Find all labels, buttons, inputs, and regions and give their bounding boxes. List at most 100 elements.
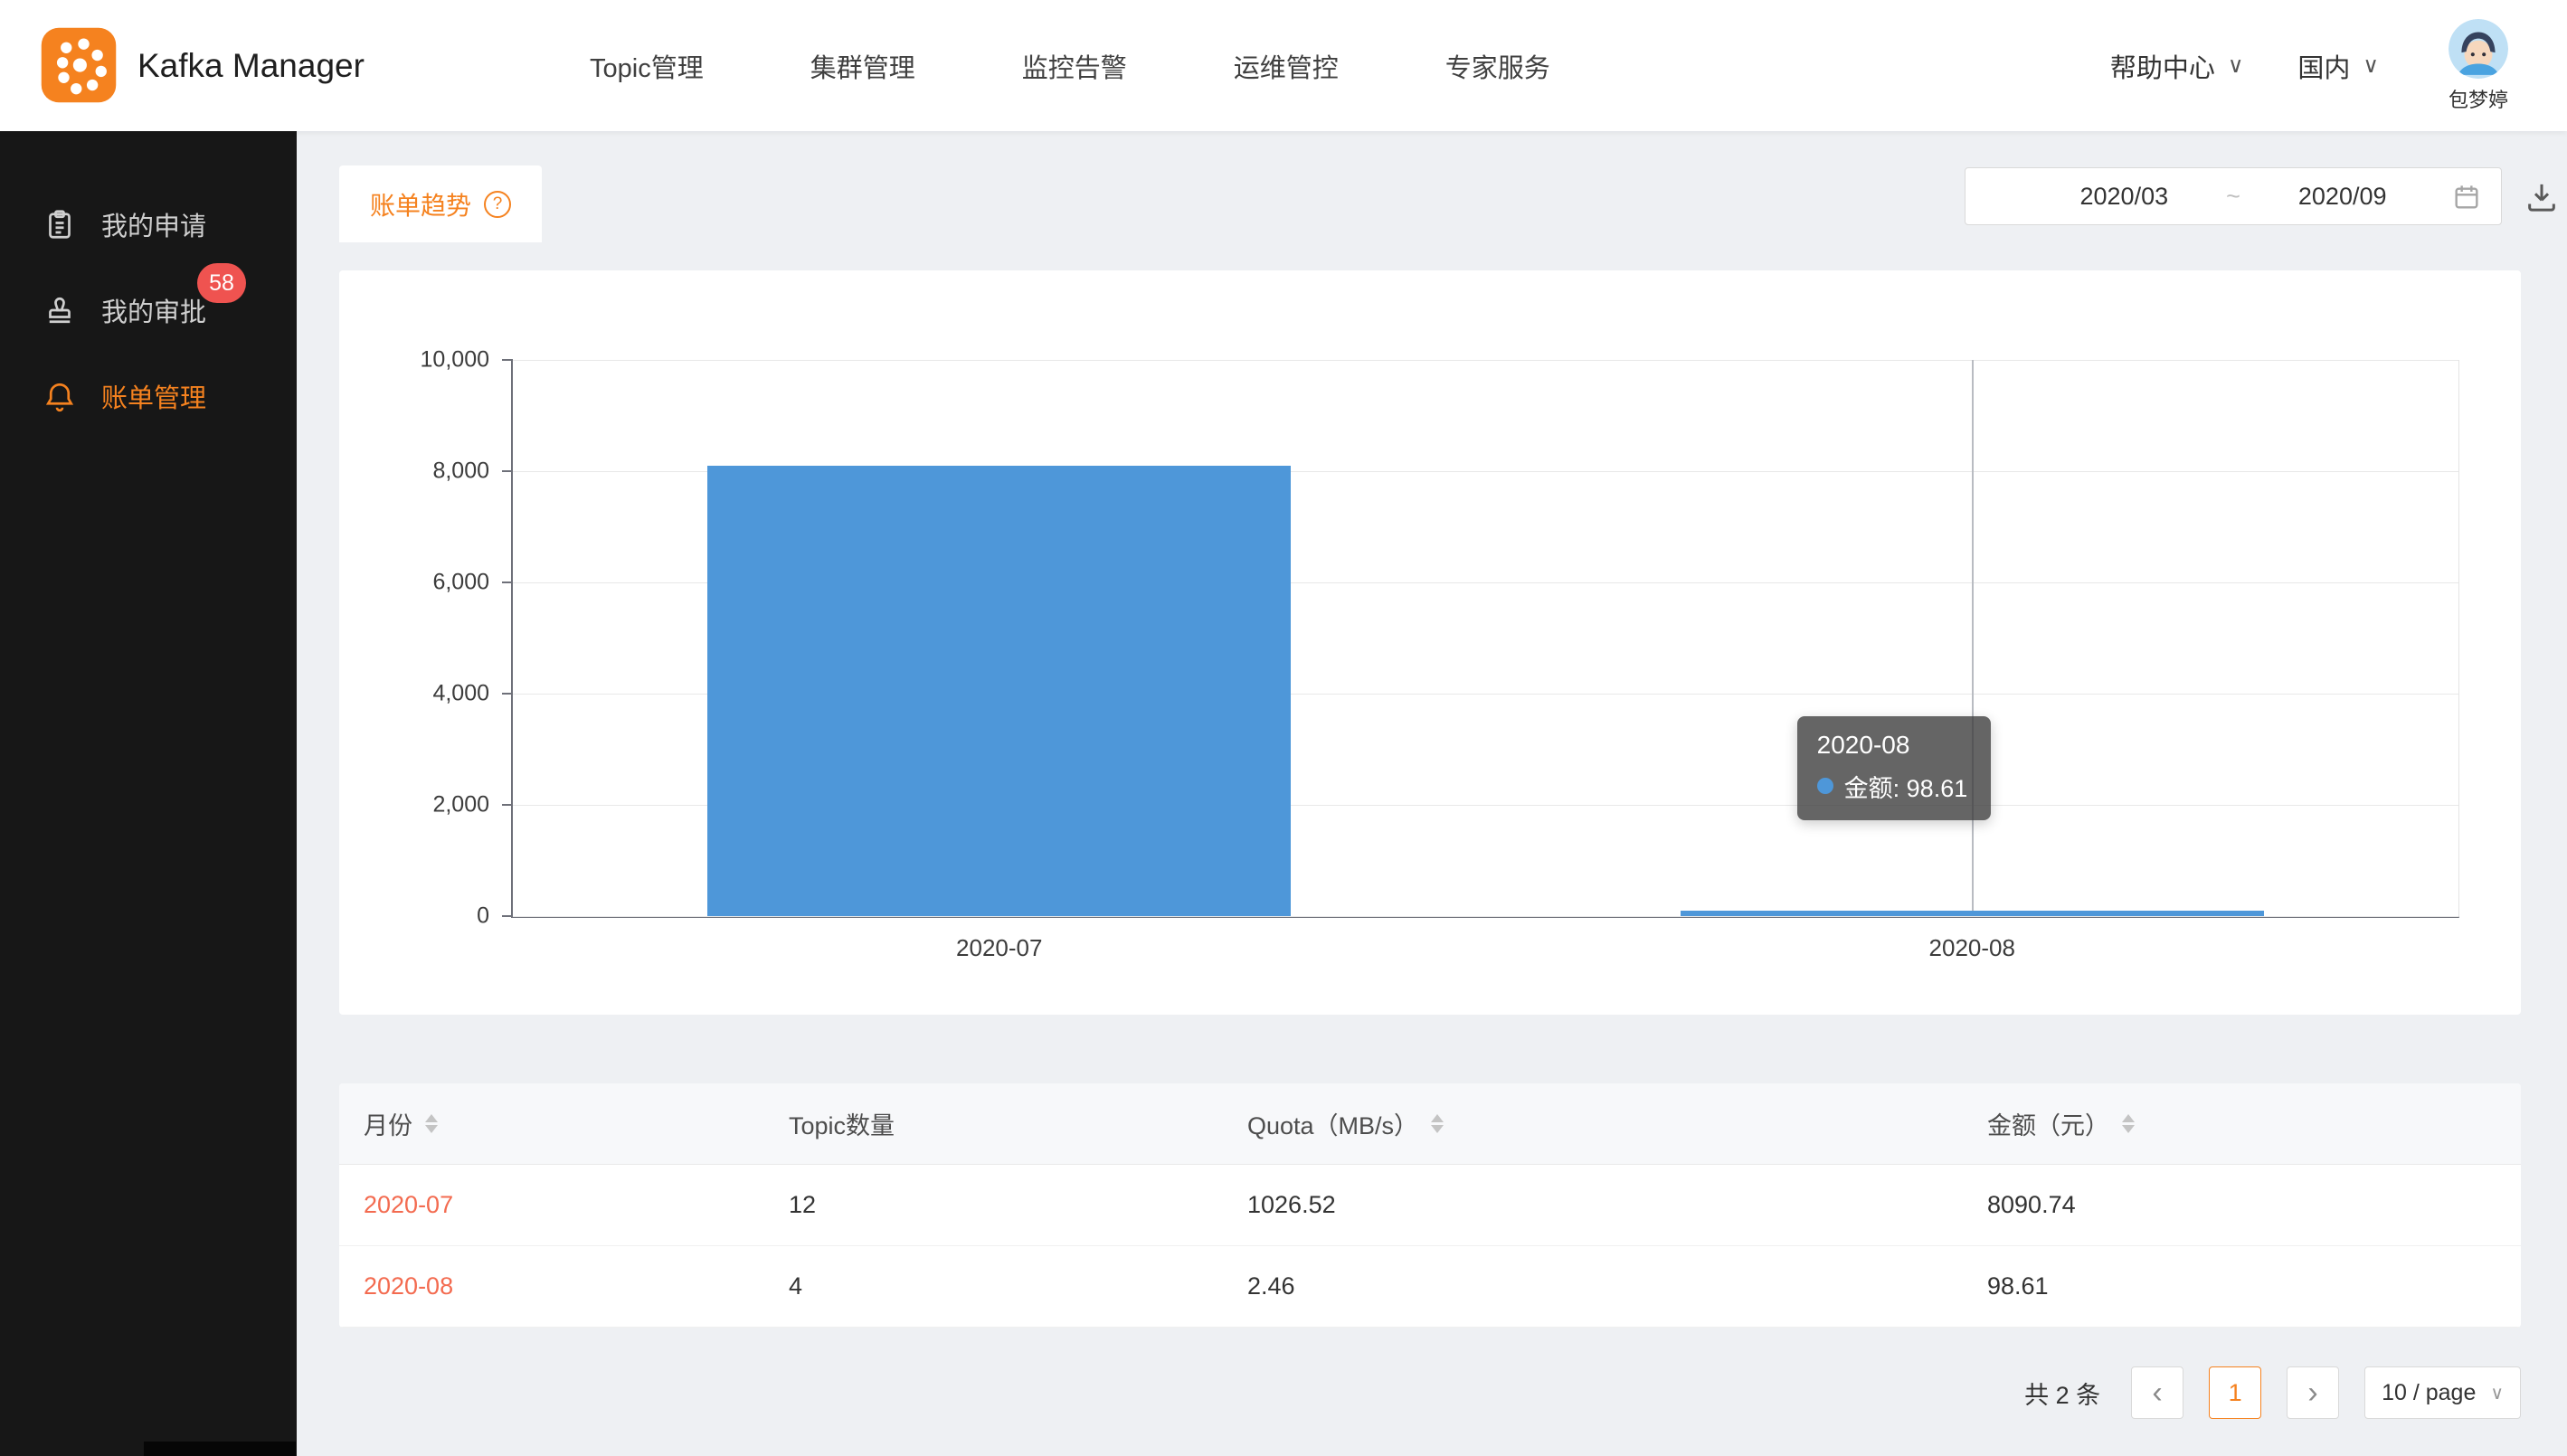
nav-topic[interactable]: Topic管理 <box>590 47 704 85</box>
column-label: Topic数量 <box>789 1106 895 1141</box>
billing-trend-chart-card: 2020-08 金额: 98.61 0 2,000 4,000 6,000 8,000 1… <box>339 270 2521 1015</box>
chevron-down-icon: ∨ <box>2490 1382 2504 1404</box>
date-range-separator: ~ <box>2226 183 2240 211</box>
sidebar: 我的申请 我的审批 58 账单管理 <box>0 131 297 1456</box>
pagination: 共 2 条 ‹ 1 › 10 / page ∨ <box>339 1351 2521 1434</box>
download-icon[interactable] <box>2524 179 2560 215</box>
bar-chart-plot: 2020-08 金额: 98.61 02,0004,0006,0008,0001… <box>511 360 2459 918</box>
date-range-picker[interactable]: 2020/03 ~ 2020/09 <box>1965 167 2502 225</box>
y-axis-tick <box>502 359 513 361</box>
y-axis-tick <box>502 693 513 695</box>
column-header-topics: Topic数量 <box>789 1106 1247 1141</box>
avatar[interactable] <box>2449 19 2508 79</box>
table-row: 2020-07121026.528090.74 <box>339 1165 2521 1246</box>
axis-pointer-line <box>1972 360 1974 916</box>
clipboard-icon <box>43 208 76 241</box>
column-header-quota: Quota（MB/s） <box>1247 1106 1987 1141</box>
month-link[interactable]: 2020-07 <box>364 1191 789 1219</box>
y-axis-label: 8,000 <box>432 459 489 485</box>
y-axis-tick <box>502 804 513 806</box>
table-row: 2020-0842.4698.61 <box>339 1246 2521 1328</box>
prev-page-button[interactable]: ‹ <box>2131 1366 2183 1419</box>
sidebar-item-billing[interactable]: 账单管理 <box>0 353 297 439</box>
question-circle-icon[interactable]: ? <box>484 191 511 218</box>
sidebar-item-my-applications[interactable]: 我的申请 <box>0 181 297 267</box>
sort-button[interactable] <box>1431 1114 1444 1133</box>
bar-2020-08[interactable] <box>1681 911 2264 916</box>
table-cell: 8090.74 <box>1987 1191 2521 1219</box>
stamp-icon <box>43 294 76 326</box>
pagination-total: 共 2 条 <box>2024 1376 2100 1411</box>
nav-ops[interactable]: 运维管控 <box>1234 47 1339 85</box>
column-label: 月份 <box>364 1106 412 1141</box>
next-page-button[interactable]: › <box>2287 1366 2339 1419</box>
table-cell: 2.46 <box>1247 1272 1987 1300</box>
y-axis-label: 4,000 <box>432 681 489 707</box>
main-nav: Topic管理 集群管理 监控告警 运维管控 专家服务 <box>590 0 1550 131</box>
y-axis-tick <box>502 581 513 583</box>
sort-button[interactable] <box>425 1114 438 1133</box>
app-header: Kafka Manager Topic管理 集群管理 监控告警 运维管控 专家服… <box>0 0 2567 131</box>
sidebar-item-label: 我的申请 <box>101 205 206 243</box>
calendar-icon <box>2452 183 2481 218</box>
x-axis-label: 2020-08 <box>1929 934 2015 962</box>
y-axis-label: 0 <box>477 903 489 930</box>
page-size-label: 10 / page <box>2382 1380 2476 1406</box>
sidebar-item-label: 账单管理 <box>101 377 206 415</box>
y-axis-tick <box>502 470 513 472</box>
y-axis-label: 2,000 <box>432 792 489 818</box>
tab-billing-trend[interactable]: 账单趋势 ? <box>339 165 542 242</box>
column-header-month: 月份 <box>364 1106 789 1141</box>
tab-label: 账单趋势 <box>370 186 471 222</box>
tooltip-title: 2020-08 <box>1817 731 1968 760</box>
chart-tooltip: 2020-08 金额: 98.61 <box>1797 716 1992 820</box>
y-axis-label: 10,000 <box>421 347 489 373</box>
sort-button[interactable] <box>2122 1114 2135 1133</box>
tooltip-value: 金额: 98.61 <box>1844 769 1968 804</box>
sidebar-item-my-approvals[interactable]: 我的审批 58 <box>0 267 297 353</box>
gridline <box>513 360 2458 361</box>
help-center-label: 帮助中心 <box>2110 47 2215 85</box>
chevron-right-icon: › <box>2307 1376 2317 1411</box>
column-label: 金额（元） <box>1987 1106 2109 1141</box>
region-label: 国内 <box>2297 47 2350 85</box>
region-select[interactable]: 国内 ∨ <box>2297 47 2379 85</box>
table-cell: 12 <box>789 1191 1247 1219</box>
page-size-select[interactable]: 10 / page ∨ <box>2364 1366 2521 1419</box>
table-cell: 4 <box>789 1272 1247 1300</box>
bar-2020-07[interactable] <box>707 466 1291 916</box>
table-cell: 1026.52 <box>1247 1191 1987 1219</box>
x-axis-label: 2020-07 <box>956 934 1042 962</box>
chevron-left-icon: ‹ <box>2152 1376 2162 1411</box>
page: Kafka Manager Topic管理 集群管理 监控告警 运维管控 专家服… <box>0 0 2567 1456</box>
table-header-row: 月份 Topic数量 Quota（MB/s） 金额（元） <box>339 1083 2521 1165</box>
help-center-link[interactable]: 帮助中心 ∨ <box>2110 47 2244 85</box>
current-page-button[interactable]: 1 <box>2209 1366 2261 1419</box>
month-link[interactable]: 2020-08 <box>364 1272 789 1300</box>
chevron-down-icon: ∨ <box>2228 52 2244 79</box>
date-range-start[interactable]: 2020/03 <box>2080 183 2169 211</box>
date-range-end[interactable]: 2020/09 <box>2298 183 2387 211</box>
billing-table-card: 月份 Topic数量 Quota（MB/s） 金额（元） 2020-071210… <box>339 1083 2521 1328</box>
bell-icon <box>43 380 76 412</box>
nav-expert[interactable]: 专家服务 <box>1445 47 1550 85</box>
column-label: Quota（MB/s） <box>1247 1106 1418 1141</box>
header-right: 帮助中心 ∨ 国内 ∨ 包梦婷 <box>2110 0 2524 131</box>
sidebar-item-label: 我的审批 <box>101 291 206 329</box>
y-axis-tick <box>502 915 513 917</box>
table-cell: 98.61 <box>1987 1272 2521 1300</box>
series-dot-icon <box>1817 778 1833 794</box>
nav-monitor[interactable]: 监控告警 <box>1022 47 1127 85</box>
table-body: 2020-07121026.528090.742020-0842.4698.61 <box>339 1165 2521 1328</box>
username: 包梦婷 <box>2449 84 2508 113</box>
column-header-amount: 金额（元） <box>1987 1106 2521 1141</box>
chevron-down-icon: ∨ <box>2363 52 2379 79</box>
approval-count-badge: 58 <box>197 263 246 303</box>
nav-cluster[interactable]: 集群管理 <box>810 47 915 85</box>
app-title: Kafka Manager <box>137 0 365 131</box>
gridline <box>513 916 2458 917</box>
bottom-dark-strip <box>144 1442 296 1456</box>
y-axis-label: 6,000 <box>432 570 489 596</box>
user-menu[interactable]: 包梦婷 <box>2433 19 2524 113</box>
app-logo-icon <box>39 25 118 105</box>
